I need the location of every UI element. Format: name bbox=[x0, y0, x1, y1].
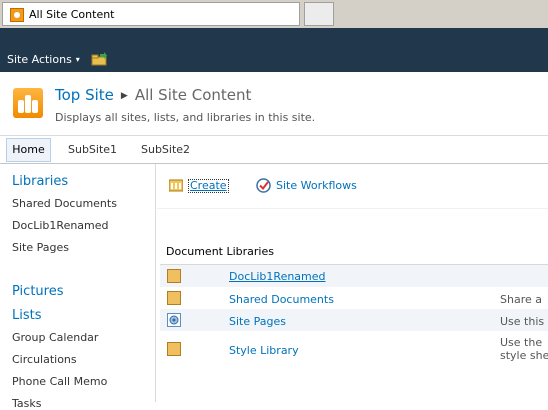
document-libraries-list: DocLib1Renamed Shared Documents Share a … bbox=[160, 264, 548, 403]
library-description: Use this bbox=[500, 315, 545, 328]
top-nav-subsite1[interactable]: SubSite1 bbox=[68, 136, 117, 163]
sharepoint-icon bbox=[10, 8, 24, 22]
top-nav-home[interactable]: Home bbox=[6, 138, 51, 162]
library-description: Use the bbox=[500, 336, 543, 349]
breadcrumb-separator-icon: ▶ bbox=[120, 91, 128, 101]
quick-launch-item[interactable]: Tasks bbox=[12, 397, 41, 410]
breadcrumb-root-link[interactable]: Top Site bbox=[55, 86, 114, 104]
site-actions-label: Site Actions bbox=[7, 53, 72, 66]
section-heading-document-libraries: Document Libraries bbox=[166, 245, 274, 258]
quick-launch-item[interactable]: Site Pages bbox=[12, 241, 69, 254]
top-nav: Home SubSite1 SubSite2 bbox=[0, 136, 548, 164]
library-description: style she bbox=[500, 349, 548, 362]
table-row[interactable]: DocLib1Renamed bbox=[160, 265, 548, 287]
chevron-down-icon: ▾ bbox=[75, 55, 80, 64]
table-row[interactable]: Site Pages Use this bbox=[160, 309, 548, 331]
library-link[interactable]: Style Library bbox=[229, 344, 299, 357]
library-description: Share a bbox=[500, 293, 542, 306]
browser-tab[interactable]: All Site Content bbox=[2, 2, 300, 26]
browser-tab-strip: All Site Content bbox=[0, 0, 548, 28]
site-logo-icon[interactable] bbox=[13, 88, 43, 118]
document-library-icon bbox=[167, 269, 181, 283]
document-library-icon bbox=[167, 342, 181, 356]
library-link[interactable]: Site Pages bbox=[229, 315, 286, 328]
browser-tab-title: All Site Content bbox=[29, 8, 115, 21]
quick-launch-heading-lists[interactable]: Lists bbox=[12, 308, 42, 323]
library-link[interactable]: DocLib1Renamed bbox=[229, 270, 326, 283]
page-description: Displays all sites, lists, and libraries… bbox=[55, 111, 316, 124]
library-link[interactable]: Shared Documents bbox=[229, 293, 334, 306]
quick-launch-item[interactable]: DocLib1Renamed bbox=[12, 219, 109, 232]
quick-launch-item[interactable]: Shared Documents bbox=[12, 197, 117, 210]
site-workflows-label: Site Workflows bbox=[276, 179, 357, 192]
site-actions-menu[interactable]: Site Actions ▾ bbox=[7, 53, 80, 66]
create-icon bbox=[169, 179, 183, 192]
breadcrumb: Top Site ▶ All Site Content bbox=[55, 86, 251, 104]
content-toolbar: Create Site Workflows bbox=[157, 164, 548, 209]
quick-launch-item[interactable]: Phone Call Memo bbox=[12, 375, 107, 388]
top-nav-subsite2[interactable]: SubSite2 bbox=[141, 136, 190, 163]
quick-launch-heading-pictures[interactable]: Pictures bbox=[12, 284, 63, 299]
table-row[interactable]: Style Library Use the style she bbox=[160, 331, 548, 369]
quick-launch-item[interactable]: Circulations bbox=[12, 353, 77, 366]
table-row[interactable]: Shared Documents Share a bbox=[160, 287, 548, 309]
quick-launch: Libraries Shared Documents DocLib1Rename… bbox=[0, 164, 156, 410]
quick-launch-item[interactable]: Group Calendar bbox=[12, 331, 98, 344]
create-label: Create bbox=[188, 179, 229, 193]
quick-launch-heading-libraries[interactable]: Libraries bbox=[12, 174, 68, 189]
title-area: Top Site ▶ All Site Content Displays all s… bbox=[0, 72, 548, 136]
new-tab-button[interactable] bbox=[304, 2, 334, 26]
document-library-icon bbox=[167, 291, 181, 305]
navigate-up-icon[interactable] bbox=[91, 52, 107, 66]
page-title: All Site Content bbox=[134, 86, 252, 104]
wiki-library-icon bbox=[167, 313, 181, 327]
workflow-icon bbox=[256, 178, 271, 193]
ribbon: Site Actions ▾ bbox=[0, 28, 548, 72]
